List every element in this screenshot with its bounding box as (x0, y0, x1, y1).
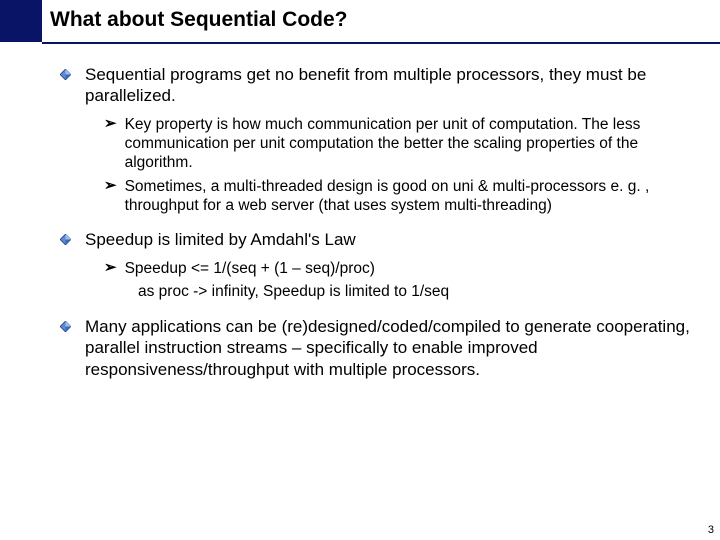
bullet-text: Many applications can be (re)designed/co… (85, 316, 690, 380)
chevron-icon: ➢ (104, 259, 117, 278)
bullet-text: Sequential programs get no benefit from … (85, 64, 690, 107)
page-number: 3 (708, 524, 714, 536)
corner-decoration (0, 0, 42, 42)
bullet-point: Many applications can be (re)designed/co… (60, 316, 690, 380)
chevron-icon: ➢ (104, 115, 117, 134)
sub-bullet: ➢ Sometimes, a multi-threaded design is … (104, 177, 690, 216)
bullet-point: Speedup is limited by Amdahl's Law (60, 229, 690, 250)
sub-bullet: ➢ Key property is how much communication… (104, 115, 690, 173)
bullet-text: Speedup is limited by Amdahl's Law (85, 229, 356, 250)
diamond-bullet-icon (60, 321, 71, 332)
content-area: Sequential programs get no benefit from … (60, 64, 690, 386)
sub-bullet-text: Sometimes, a multi-threaded design is go… (125, 177, 690, 216)
sub-indent-text: as proc -> infinity, Speedup is limited … (104, 282, 690, 302)
diamond-bullet-icon (60, 69, 71, 80)
title-area: What about Sequential Code? (50, 8, 700, 32)
bullet-point: Sequential programs get no benefit from … (60, 64, 690, 107)
title-underline (42, 42, 720, 44)
chevron-icon: ➢ (104, 177, 117, 196)
slide-title: What about Sequential Code? (50, 8, 700, 32)
sub-list: ➢ Key property is how much communication… (104, 115, 690, 216)
sub-list: ➢ Speedup <= 1/(seq + (1 – seq)/proc) (104, 259, 690, 278)
sub-bullet-text: Key property is how much communication p… (125, 115, 690, 173)
diamond-bullet-icon (60, 234, 71, 245)
sub-bullet-text: Speedup <= 1/(seq + (1 – seq)/proc) (125, 259, 375, 278)
sub-bullet: ➢ Speedup <= 1/(seq + (1 – seq)/proc) (104, 259, 690, 278)
